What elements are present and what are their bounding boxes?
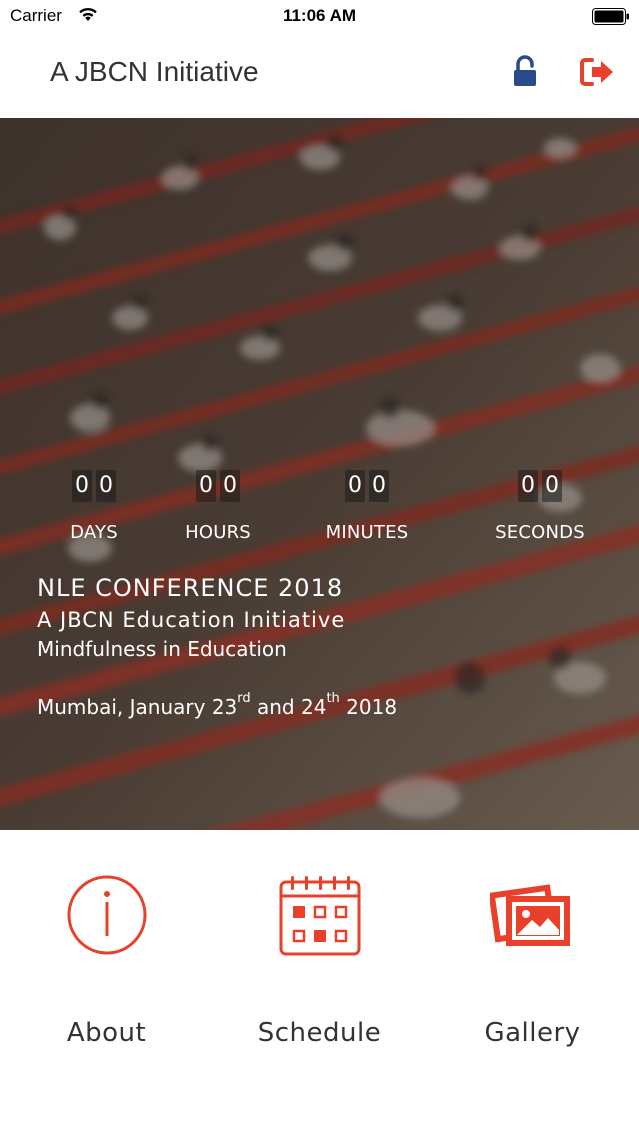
app-header: A JBCN Initiative xyxy=(0,34,639,118)
menu-item-about[interactable]: About xyxy=(0,830,213,1136)
status-time: 11:06 AM xyxy=(282,6,357,25)
minutes-label: MINUTES xyxy=(325,522,409,543)
event-date-suffix: 2018 xyxy=(339,695,398,719)
countdown-minutes: 0 0 MINUTES xyxy=(307,470,427,543)
hours-digit-2: 0 xyxy=(220,470,240,502)
minutes-digits: 0 0 xyxy=(307,470,427,502)
hours-digits: 0 0 xyxy=(158,470,278,502)
countdown-hours: 0 0 HOURS xyxy=(158,470,278,543)
event-title: NLE CONFERENCE 2018 xyxy=(37,574,344,602)
event-date: Mumbai, January 23rd and 24th 2018 xyxy=(37,691,398,719)
event-theme: Mindfulness in Education xyxy=(37,637,287,661)
seconds-label: SECONDS xyxy=(495,522,585,543)
seconds-digit-2: 0 xyxy=(542,470,562,502)
hours-label: HOURS xyxy=(185,522,251,543)
main-menu: About Schedule Gallery xyxy=(0,830,639,1136)
calendar-icon xyxy=(279,876,361,956)
sign-out-icon[interactable] xyxy=(578,54,618,90)
days-digit-2: 0 xyxy=(96,470,116,502)
hero-banner: 0 0 DAYS 0 0 HOURS 0 0 MINUTES 0 0 SECON… xyxy=(0,118,639,830)
gallery-icon xyxy=(490,884,570,946)
seconds-digits: 0 0 xyxy=(480,470,600,502)
days-digit-1: 0 xyxy=(72,470,92,502)
event-date-sup-th: th xyxy=(326,691,340,706)
countdown-days: 0 0 DAYS xyxy=(34,470,154,543)
event-date-prefix: Mumbai, January 23 xyxy=(37,695,238,719)
menu-label-gallery: Gallery xyxy=(484,1018,581,1048)
unlock-icon[interactable] xyxy=(508,54,544,90)
days-label: DAYS xyxy=(70,522,118,543)
battery-icon xyxy=(592,8,629,25)
status-bar: Carrier 11:06 AM xyxy=(0,0,639,34)
menu-item-schedule[interactable]: Schedule xyxy=(213,830,426,1136)
hours-digit-1: 0 xyxy=(196,470,216,502)
app-title: A JBCN Initiative xyxy=(50,56,259,87)
event-subtitle: A JBCN Education Initiative xyxy=(37,608,346,632)
menu-label-schedule: Schedule xyxy=(257,1018,382,1048)
days-digits: 0 0 xyxy=(34,470,154,502)
minutes-digit-2: 0 xyxy=(369,470,389,502)
event-date-mid: and 24 xyxy=(250,695,327,719)
menu-label-about: About xyxy=(66,1018,147,1048)
minutes-digit-1: 0 xyxy=(345,470,365,502)
info-icon xyxy=(67,875,147,955)
event-date-sup-rd: rd xyxy=(237,691,251,706)
seconds-digit-1: 0 xyxy=(518,470,538,502)
menu-item-gallery[interactable]: Gallery xyxy=(426,830,639,1136)
countdown-seconds: 0 0 SECONDS xyxy=(480,470,600,543)
